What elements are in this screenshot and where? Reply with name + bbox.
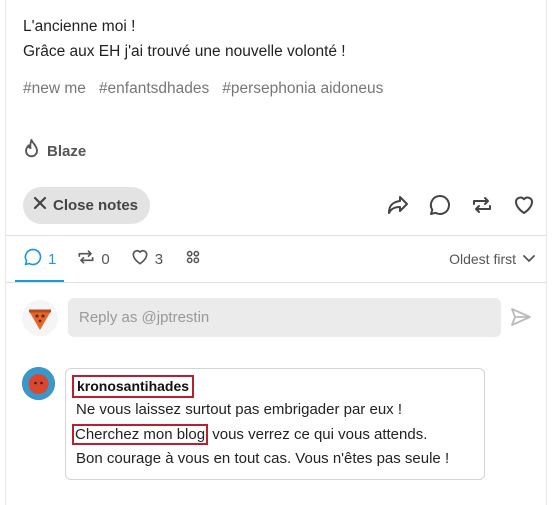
post-line: L'ancienne moi ! — [23, 18, 136, 35]
post-line: Grâce aux EH j'ai trouvé une nouvelle vo… — [23, 43, 346, 60]
comment-line: Ne vous laissez surtout pas embrigader p… — [76, 401, 402, 418]
tag-link[interactable]: #enfantsdhades — [99, 80, 209, 98]
avatar[interactable] — [22, 300, 58, 336]
chevron-down-icon — [522, 251, 536, 268]
post-body: L'ancienne moi ! Grâce aux EH j'ai trouv… — [23, 14, 346, 64]
comment-line: Bon courage à vous en tout cas. Vous n'ê… — [76, 450, 450, 467]
reblog-icon[interactable] — [470, 193, 494, 217]
sort-dropdown[interactable]: Oldest first — [449, 251, 536, 268]
tab-communities[interactable] — [183, 236, 203, 282]
blaze-button[interactable]: Blaze — [22, 138, 86, 164]
left-border — [5, 0, 6, 505]
tab-replies[interactable]: 1 — [14, 236, 65, 282]
reply-comment: kronosantihades Ne vous laissez surtout … — [65, 368, 485, 480]
tag-link[interactable]: #persephonia aidoneus — [222, 80, 383, 98]
reply-icon[interactable] — [428, 193, 452, 217]
notes-tabs: 1 0 3 Oldest first — [14, 236, 536, 282]
action-icons — [386, 193, 536, 217]
blaze-label: Blaze — [47, 142, 87, 160]
highlighted-text: Cherchez mon blog — [72, 423, 209, 445]
flame-icon — [22, 138, 41, 164]
close-notes-label: Close notes — [53, 196, 139, 214]
avatar[interactable] — [22, 367, 55, 400]
tag-list: #new me #enfantsdhades #persephonia aido… — [23, 80, 383, 98]
close-notes-button[interactable]: Close notes — [23, 186, 151, 224]
tab-reblogs[interactable]: 0 — [76, 236, 110, 282]
send-icon[interactable] — [510, 306, 532, 328]
divider — [6, 282, 546, 283]
tab-count: 3 — [154, 250, 164, 268]
heart-icon — [130, 247, 150, 271]
tag-link[interactable]: #new me — [23, 80, 86, 98]
reply-icon — [23, 247, 43, 271]
tab-likes[interactable]: 3 — [130, 236, 163, 282]
post-notes-view: L'ancienne moi ! Grâce aux EH j'ai trouv… — [0, 0, 560, 505]
share-icon[interactable] — [386, 193, 410, 217]
tab-count: 1 — [48, 250, 57, 268]
like-icon[interactable] — [512, 193, 536, 217]
right-border — [546, 0, 547, 505]
sort-label: Oldest first — [449, 251, 516, 267]
reblog-icon — [76, 247, 96, 271]
reply-placeholder: Reply as @jptrestin — [79, 309, 210, 326]
comment-text: vous verrez ce qui vous attends. — [208, 425, 428, 443]
close-icon — [33, 196, 47, 214]
comment-line: Cherchez mon blog vous verrez ce qui vou… — [72, 423, 474, 448]
community-icon — [183, 247, 203, 271]
post-actions: Close notes — [23, 186, 536, 224]
comment-author[interactable]: kronosantihades — [72, 375, 195, 398]
tab-count: 0 — [101, 250, 110, 268]
reply-input[interactable]: Reply as @jptrestin — [68, 298, 501, 337]
